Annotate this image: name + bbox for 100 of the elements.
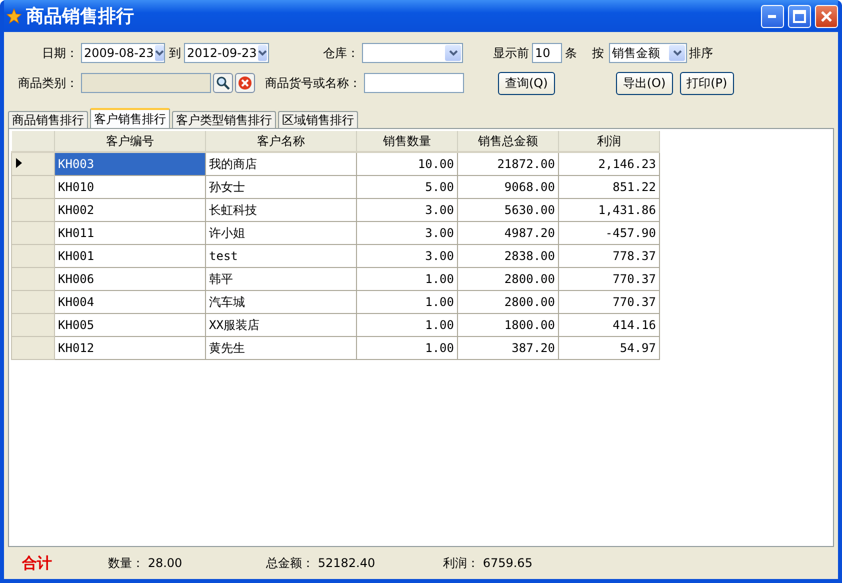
product-field[interactable] [364,73,464,93]
table-cell: 5630.00 [458,198,558,222]
table-cell: 1.00 [356,314,458,336]
table-cell: XX服装店 [206,314,356,336]
column-header[interactable]: 销售数量 [356,131,458,152]
summary-text: 总金额： 52182.40 [266,554,376,572]
column-header[interactable]: 客户名称 [206,131,356,152]
table-cell: 9068.00 [458,176,558,198]
table-cell: 1.00 [356,268,458,290]
search-button[interactable] [213,73,233,93]
chevron-icon [258,50,267,56]
query-button[interactable]: 查询(Q) [498,72,555,94]
tab[interactable]: 商品销售排行 [8,111,88,128]
table-cell: 2800.00 [458,290,558,314]
chevron-icon [154,50,164,56]
table-cell: -457.90 [558,222,660,244]
chevron-icon [448,50,458,56]
table-cell: 3.00 [356,244,458,268]
table-cell: 孙女士 [206,176,356,198]
dropdown-button[interactable] [669,45,685,61]
tab[interactable]: 客户销售排行 [90,108,170,128]
sort-by-label: 按 [592,44,604,62]
export-button[interactable]: 导出(O) [616,72,673,94]
table-cell: 3.00 [356,222,458,244]
warehouse-label: 仓库： [322,44,359,62]
row-header[interactable] [12,152,54,176]
table-cell: 387.20 [458,336,558,360]
table-cell: 汽车城 [206,290,356,314]
total-label: 合计 [22,554,53,572]
table-cell: 5.00 [356,176,458,198]
table-cell: 2838.00 [458,244,558,268]
summary-text: 数量： 28.00 [108,554,184,572]
table-cell: 我的商店 [206,152,356,176]
table-cell: KH004 [54,290,206,314]
table-cell: 2,146.23 [558,152,660,176]
table-cell: 2800.00 [458,268,558,290]
start-date-picker[interactable]: 2009-08-23 [81,43,165,63]
close-icon [820,10,833,22]
table-cell: 长虹科技 [206,198,356,222]
table-cell: KH003 [54,152,206,176]
table-cell: 21872.00 [458,152,558,176]
table-cell: 770.37 [558,268,660,290]
window-title: 商品销售排行 [26,5,135,28]
table-cell: 851.22 [558,176,660,198]
table-cell: 黄先生 [206,336,356,360]
table-cell: KH010 [54,176,206,198]
column-header[interactable]: 客户编号 [54,131,206,152]
table-cell: KH005 [54,314,206,336]
table-cell: 1.00 [356,290,458,314]
corner-header [12,131,54,152]
table-cell: KH002 [54,198,206,222]
dropdown-button[interactable] [154,45,164,61]
table-cell: 778.37 [558,244,660,268]
product-label: 商品货号或名称： [265,74,361,92]
column-header[interactable]: 利润 [558,131,660,152]
table-cell: 10.00 [356,152,458,176]
sort-label: 排序 [689,44,713,62]
star-icon [6,8,22,24]
print-button[interactable]: 打印(P) [680,72,734,94]
show-top-label: 显示前 [493,44,529,62]
table-cell: test [206,244,356,268]
clear-icon [238,76,252,90]
count-unit-label: 条 [565,44,577,62]
minimize-icon [768,14,777,18]
table-cell: KH011 [54,222,206,244]
table-cell: 4987.20 [458,222,558,244]
table-cell: 1,431.86 [558,198,660,222]
table-cell: 1.00 [356,336,458,360]
table-cell: 770.37 [558,290,660,314]
maximize-icon [793,10,806,22]
sort-dropdown[interactable]: 销售金额 [609,43,687,63]
warehouse-dropdown[interactable] [362,43,463,63]
top-count-field[interactable]: 10 [532,43,562,63]
current-row-icon [16,158,22,168]
table-cell: KH001 [54,244,206,268]
date-label: 日期： [41,44,78,62]
table-cell: 韩平 [206,268,356,290]
dropdown-button[interactable] [445,45,461,61]
table-cell: 许小姐 [206,222,356,244]
table-cell: 54.97 [558,336,660,360]
table-cell: 3.00 [356,198,458,222]
category-field[interactable] [81,73,211,93]
minimize-button[interactable] [761,4,784,28]
tab[interactable]: 客户类型销售排行 [172,111,276,128]
column-header[interactable]: 销售总金额 [458,131,558,152]
tab[interactable]: 区域销售排行 [278,111,358,128]
category-label: 商品类别： [17,74,78,92]
dropdown-button[interactable] [258,45,267,61]
table-cell: KH012 [54,336,206,360]
table-cell: KH006 [54,268,206,290]
end-date-picker[interactable]: 2012-09-23 [184,43,269,63]
chevron-icon [672,50,682,56]
search-icon [216,76,230,90]
summary-text: 利润： 6759.65 [443,554,534,572]
clear-button[interactable] [235,73,255,93]
table-cell: 414.16 [558,314,660,336]
table-cell: 1800.00 [458,314,558,336]
maximize-button[interactable] [788,4,811,28]
close-button[interactable] [815,4,838,28]
to-label: 到 [169,44,181,62]
